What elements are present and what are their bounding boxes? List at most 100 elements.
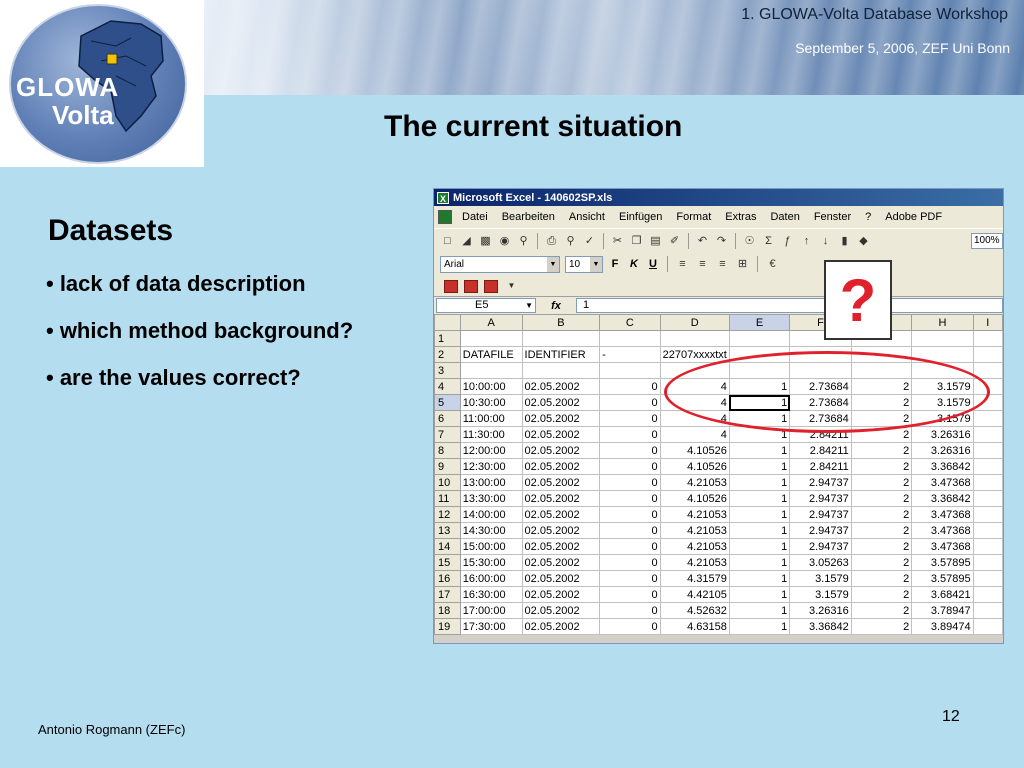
- font-size-select[interactable]: 10 ▼: [565, 255, 603, 273]
- grid-cell[interactable]: 02.05.2002: [521, 474, 601, 491]
- grid-cell[interactable]: 2: [850, 458, 913, 475]
- grid-cell[interactable]: 02.05.2002: [521, 378, 601, 395]
- bold-icon[interactable]: F: [608, 258, 622, 270]
- grid-cell[interactable]: [972, 442, 1003, 459]
- grid-cell[interactable]: 2.94737: [789, 474, 852, 491]
- pdf-email-icon[interactable]: [464, 279, 478, 293]
- grid-cell[interactable]: 2: [850, 506, 913, 523]
- grid-cell[interactable]: 2: [850, 554, 913, 571]
- grid-cell[interactable]: 3.68421: [911, 586, 974, 603]
- font-name-select[interactable]: Arial ▼: [440, 255, 560, 273]
- grid-cell[interactable]: 15:30:00: [459, 554, 523, 571]
- workbook-icon[interactable]: [438, 210, 452, 224]
- grid-cell[interactable]: [972, 474, 1003, 491]
- grid-cell[interactable]: 3.57895: [911, 570, 974, 587]
- grid-cell[interactable]: 1: [728, 458, 791, 475]
- grid-cell[interactable]: [972, 586, 1003, 603]
- pdf-review-icon[interactable]: [484, 279, 498, 293]
- grid-cell[interactable]: 0: [599, 538, 661, 555]
- row-header[interactable]: 8: [434, 442, 461, 459]
- grid-cell[interactable]: 3.47368: [911, 474, 974, 491]
- grid-cell[interactable]: 0: [599, 618, 661, 635]
- grid-cell[interactable]: 4.10526: [659, 458, 730, 475]
- grid-cell[interactable]: 3.78947: [911, 602, 974, 619]
- grid-cell[interactable]: 0: [599, 394, 661, 411]
- underline-icon[interactable]: U: [646, 258, 660, 270]
- grid-cell[interactable]: 0: [599, 602, 661, 619]
- grid-cell[interactable]: 0: [599, 458, 661, 475]
- menu-format[interactable]: Format: [676, 211, 711, 223]
- menu-help[interactable]: ?: [865, 211, 871, 223]
- grid-cell[interactable]: 02.05.2002: [521, 618, 601, 635]
- spellcheck-icon[interactable]: ✓: [582, 234, 597, 248]
- row-header[interactable]: 5: [434, 394, 461, 411]
- grid-cell[interactable]: [972, 330, 1003, 347]
- grid-cell[interactable]: 02.05.2002: [521, 522, 601, 539]
- grid-cell[interactable]: 1: [728, 554, 791, 571]
- grid-cell[interactable]: 02.05.2002: [521, 442, 601, 459]
- grid-cell[interactable]: [459, 330, 523, 347]
- grid-cell[interactable]: 02.05.2002: [521, 426, 601, 443]
- grid-cell[interactable]: [459, 362, 523, 379]
- grid-cell[interactable]: 2: [850, 522, 913, 539]
- menu-fenster[interactable]: Fenster: [814, 211, 851, 223]
- grid-cell[interactable]: 1: [728, 490, 791, 507]
- grid-cell[interactable]: DATAFILE: [459, 346, 523, 363]
- align-center-icon[interactable]: ≡: [695, 257, 710, 271]
- grid-cell[interactable]: 13:30:00: [459, 490, 523, 507]
- currency-icon[interactable]: €: [765, 257, 780, 271]
- print-preview-icon[interactable]: ⚲: [563, 234, 578, 248]
- grid-cell[interactable]: 02.05.2002: [521, 490, 601, 507]
- function-icon[interactable]: fx: [536, 300, 576, 312]
- grid-cell[interactable]: 13:00:00: [459, 474, 523, 491]
- drawing-icon[interactable]: ◆: [856, 234, 871, 248]
- sort-ascending-icon[interactable]: ↑: [799, 234, 814, 248]
- new-icon[interactable]: □: [440, 234, 455, 248]
- row-header[interactable]: 16: [434, 570, 461, 587]
- grid-cell[interactable]: 10:00:00: [459, 378, 523, 395]
- copy-icon[interactable]: ❐: [629, 234, 644, 248]
- cut-icon[interactable]: ✂: [610, 234, 625, 248]
- grid-cell[interactable]: 1: [728, 442, 791, 459]
- name-box[interactable]: E5 ▼: [436, 298, 536, 313]
- grid-cell[interactable]: 3.05263: [789, 554, 852, 571]
- grid-cell[interactable]: 3.36842: [911, 458, 974, 475]
- grid-cell[interactable]: [728, 330, 791, 347]
- chevron-down-icon[interactable]: ▼: [547, 256, 559, 272]
- grid-cell[interactable]: 2.94737: [789, 490, 852, 507]
- row-header[interactable]: 12: [434, 506, 461, 523]
- grid-cell[interactable]: 2.94737: [789, 522, 852, 539]
- grid-cell[interactable]: 4.31579: [659, 570, 730, 587]
- row-header[interactable]: 4: [434, 378, 461, 395]
- format-painter-icon[interactable]: ✐: [667, 234, 682, 248]
- menu-einfuegen[interactable]: Einfügen: [619, 211, 662, 223]
- grid-cell[interactable]: 0: [599, 522, 661, 539]
- grid-cell[interactable]: 4.21053: [659, 554, 730, 571]
- grid-cell[interactable]: 02.05.2002: [521, 410, 601, 427]
- grid-cell[interactable]: 02.05.2002: [521, 554, 601, 571]
- menu-datei[interactable]: Datei: [462, 211, 488, 223]
- grid-cell[interactable]: 2.84211: [789, 442, 852, 459]
- grid-cell[interactable]: [599, 362, 661, 379]
- row-header[interactable]: 2: [434, 346, 461, 363]
- row-header[interactable]: 19: [434, 618, 461, 635]
- grid-cell[interactable]: [521, 330, 601, 347]
- align-left-icon[interactable]: ≡: [675, 257, 690, 271]
- grid-cell[interactable]: 3.89474: [911, 618, 974, 635]
- row-header[interactable]: 6: [434, 410, 461, 427]
- row-header[interactable]: 9: [434, 458, 461, 475]
- grid-cell[interactable]: 2: [850, 586, 913, 603]
- grid-cell[interactable]: 4.21053: [659, 506, 730, 523]
- grid-cell[interactable]: [972, 506, 1003, 523]
- grid-cell[interactable]: 4.10526: [659, 442, 730, 459]
- grid-cell[interactable]: [972, 554, 1003, 571]
- menu-daten[interactable]: Daten: [770, 211, 799, 223]
- grid-cell[interactable]: 4: [659, 426, 730, 443]
- grid-cell[interactable]: [659, 330, 730, 347]
- merge-center-icon[interactable]: ⊞: [735, 257, 750, 271]
- grid-cell[interactable]: 2: [850, 474, 913, 491]
- menu-adobe-pdf[interactable]: Adobe PDF: [885, 211, 942, 223]
- grid-cell[interactable]: 1: [728, 538, 791, 555]
- grid-cell[interactable]: 12:30:00: [459, 458, 523, 475]
- grid-cell[interactable]: 4.21053: [659, 474, 730, 491]
